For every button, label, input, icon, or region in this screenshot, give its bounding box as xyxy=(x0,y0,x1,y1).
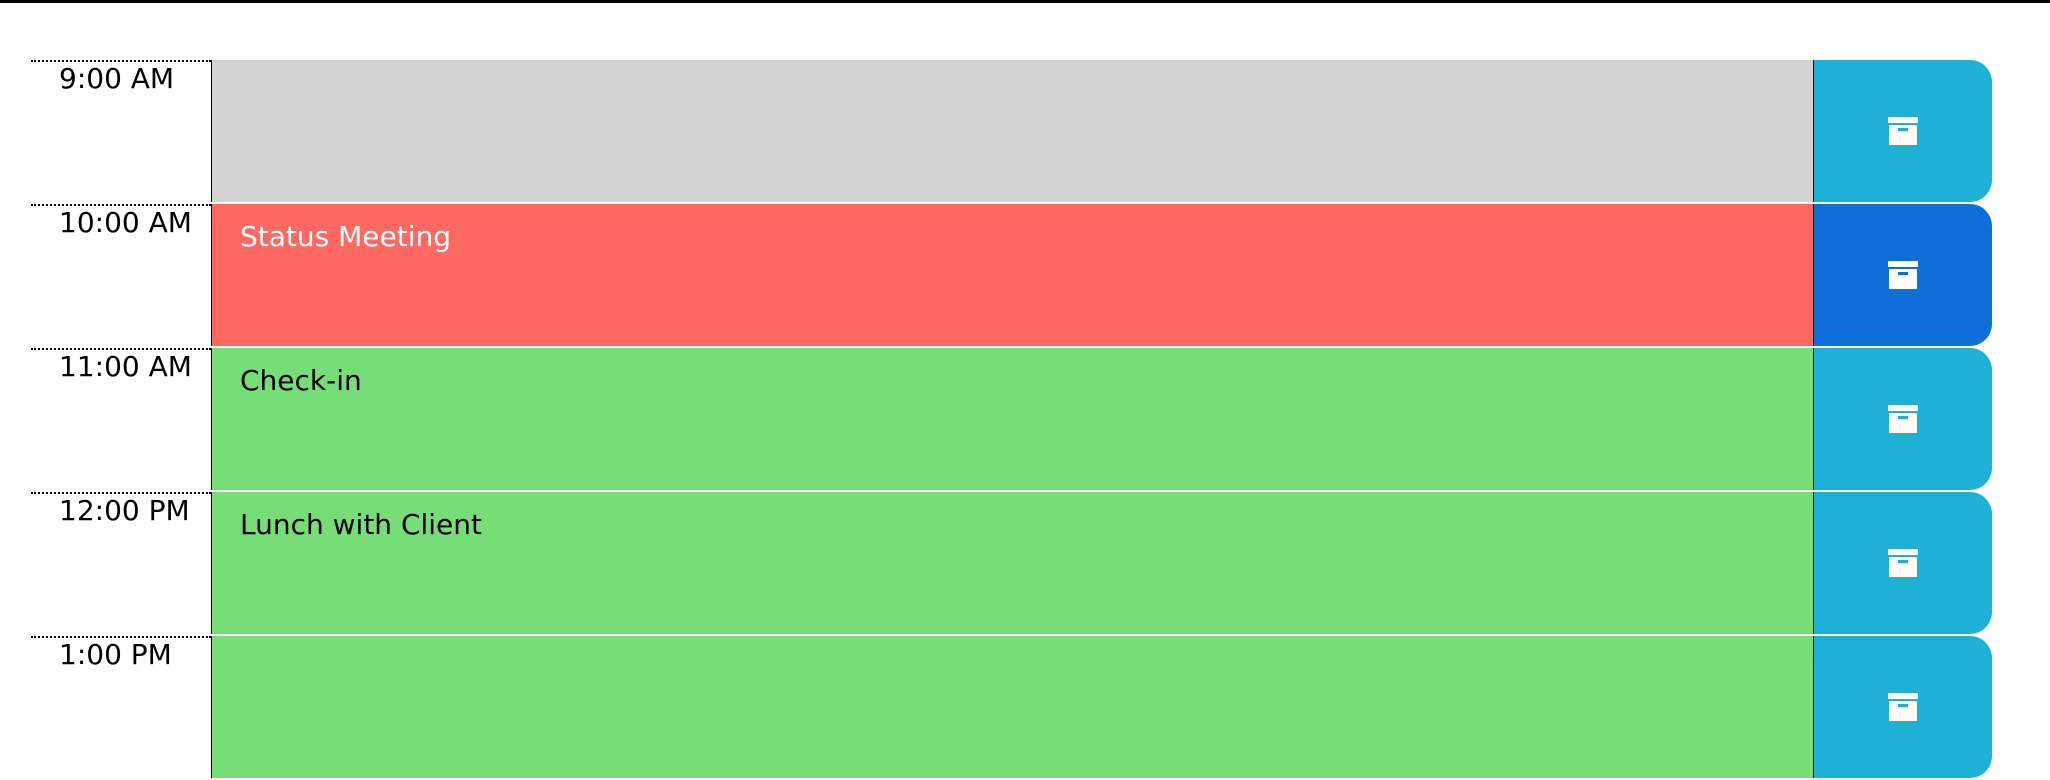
save-button[interactable] xyxy=(1813,636,1992,778)
archive-icon xyxy=(1888,405,1918,433)
save-button[interactable] xyxy=(1813,204,1992,346)
event-description-textarea[interactable]: Status Meeting xyxy=(211,204,1813,346)
event-description-textarea[interactable] xyxy=(211,636,1813,778)
timeblock-row: 11:00 AM Check-in xyxy=(31,348,1992,492)
event-description-textarea[interactable]: Check-in xyxy=(211,348,1813,490)
top-border xyxy=(0,0,2050,3)
timeblock-row: 9:00 AM xyxy=(31,60,1992,204)
hour-label: 1:00 PM xyxy=(31,636,211,778)
timeblock-row: 12:00 PM Lunch with Client xyxy=(31,492,1992,636)
archive-icon xyxy=(1888,549,1918,577)
planner-container: 9:00 AM 10:00 AM Status Meeting 11:00 AM… xyxy=(31,60,1992,780)
archive-icon xyxy=(1888,117,1918,145)
hour-label: 12:00 PM xyxy=(31,492,211,634)
event-description-textarea[interactable]: Lunch with Client xyxy=(211,492,1813,634)
save-button[interactable] xyxy=(1813,60,1992,202)
hour-label: 11:00 AM xyxy=(31,348,211,490)
archive-icon xyxy=(1888,693,1918,721)
hour-label: 9:00 AM xyxy=(31,60,211,202)
save-button[interactable] xyxy=(1813,492,1992,634)
archive-icon xyxy=(1888,261,1918,289)
timeblock-row: 10:00 AM Status Meeting xyxy=(31,204,1992,348)
save-button[interactable] xyxy=(1813,348,1992,490)
event-description-textarea[interactable] xyxy=(211,60,1813,202)
hour-label: 10:00 AM xyxy=(31,204,211,346)
